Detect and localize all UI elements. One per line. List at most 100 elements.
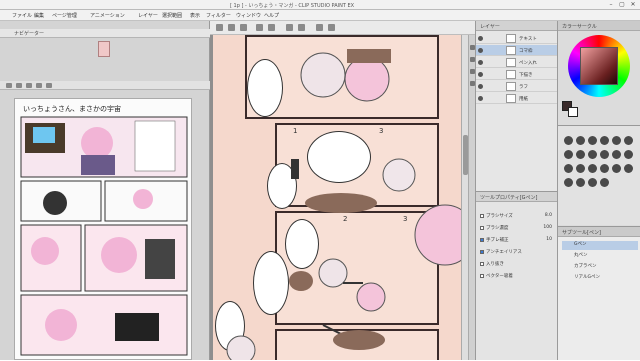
brush-tip-icon[interactable] — [624, 164, 633, 173]
saturation-value-picker[interactable] — [580, 47, 618, 85]
layer-name: コマ枠 — [519, 49, 533, 54]
snap-icon[interactable] — [316, 24, 323, 31]
subtool-item[interactable]: 丸ペン — [562, 252, 638, 261]
ruler-icon[interactable] — [328, 24, 335, 31]
property-row[interactable]: 手ブレ補正 10 — [480, 236, 554, 245]
layer-thumbnail — [506, 70, 516, 79]
subtool-item[interactable]: カブラペン — [562, 263, 638, 272]
tool-property-header: ツールプロパティ[Gペン] — [476, 192, 558, 202]
menu-layer[interactable]: レイヤー — [138, 12, 158, 19]
brush-tip-icon[interactable] — [564, 164, 573, 173]
close-button[interactable]: ✕ — [628, 1, 638, 8]
menu-page[interactable]: ページ管理 — [52, 12, 77, 19]
menu-window[interactable]: ウィンドウ — [236, 12, 261, 19]
new-file-icon[interactable] — [216, 24, 223, 31]
brush-tip-icon[interactable] — [576, 150, 585, 159]
property-value[interactable]: 10 — [546, 237, 552, 242]
property-label: ベクター吸着 — [486, 274, 513, 279]
canvas-scrollbar[interactable] — [461, 35, 468, 360]
layer-row[interactable]: コマ枠 — [476, 45, 558, 56]
brush-tip-icon[interactable] — [600, 136, 609, 145]
navigator-thumbnail[interactable] — [98, 41, 110, 57]
visibility-eye-icon[interactable] — [478, 48, 483, 53]
undo-icon[interactable] — [256, 24, 263, 31]
layer-row[interactable]: ペン入れ — [476, 57, 558, 68]
property-row[interactable]: アンチエイリアス — [480, 248, 554, 257]
visibility-eye-icon[interactable] — [478, 60, 483, 65]
menu-help[interactable]: ヘルプ — [264, 12, 279, 19]
property-checkbox[interactable] — [480, 238, 484, 242]
brush-tip-icon[interactable] — [612, 164, 621, 173]
property-row[interactable]: 入り抜き — [480, 260, 554, 269]
property-checkbox[interactable] — [480, 274, 484, 278]
menu-edit[interactable]: 編集 — [34, 12, 44, 19]
brush-tip-icon[interactable] — [588, 136, 597, 145]
brush-tip-icon[interactable] — [564, 136, 573, 145]
layer-panel-header: レイヤー — [476, 21, 558, 31]
brush-tip-icon[interactable] — [612, 136, 621, 145]
menu-filter[interactable]: フィルター — [206, 12, 231, 19]
brush-tip-icon[interactable] — [564, 150, 573, 159]
layer-row[interactable]: 用紙 — [476, 93, 558, 104]
open-icon[interactable] — [228, 24, 235, 31]
layer-row[interactable]: ラフ — [476, 81, 558, 92]
property-checkbox[interactable] — [480, 250, 484, 254]
flip-icon[interactable] — [46, 83, 52, 88]
brush-tip-icon[interactable] — [600, 150, 609, 159]
brush-tip-icon[interactable] — [600, 164, 609, 173]
command-bar — [210, 21, 475, 35]
brush-tip-icon[interactable] — [576, 178, 585, 187]
visibility-eye-icon[interactable] — [478, 36, 483, 41]
maximize-button[interactable]: ▢ — [617, 1, 627, 8]
subtool-item[interactable]: リアルGペン — [562, 274, 638, 283]
minimize-button[interactable]: – — [606, 1, 616, 8]
save-icon[interactable] — [240, 24, 247, 31]
property-label: 入り抜き — [486, 262, 504, 267]
brush-tip-icon[interactable] — [588, 178, 597, 187]
property-value[interactable]: 100 — [543, 225, 552, 230]
page-preview-art — [20, 116, 188, 356]
menu-file[interactable]: ファイル — [12, 12, 32, 19]
menu-animation[interactable]: アニメーション — [90, 12, 125, 19]
brush-tip-icon[interactable] — [612, 150, 621, 159]
page-preview[interactable]: いっちょうさん、まさかの宇宙 — [14, 98, 192, 360]
sub-color-swatch[interactable] — [568, 107, 578, 117]
property-checkbox[interactable] — [480, 214, 484, 218]
subtool-item[interactable]: Gペン — [562, 241, 638, 250]
property-label: 手ブレ補正 — [486, 238, 509, 243]
property-row[interactable]: ブラシサイズ 8.0 — [480, 212, 554, 221]
brush-tip-icon[interactable] — [576, 136, 585, 145]
property-row[interactable]: ベクター吸着 — [480, 272, 554, 281]
visibility-eye-icon[interactable] — [478, 72, 483, 77]
fit-page-icon[interactable] — [26, 83, 32, 88]
brush-tip-icon[interactable] — [624, 150, 633, 159]
brush-tip-icon[interactable] — [624, 136, 633, 145]
menu-selection[interactable]: 選択範囲 — [162, 12, 182, 19]
layer-row[interactable]: 下描き — [476, 69, 558, 80]
redo-icon[interactable] — [268, 24, 275, 31]
navigator-tab-strip: ナビゲーター — [0, 29, 210, 38]
visibility-eye-icon[interactable] — [478, 96, 483, 101]
brush-tip-icon[interactable] — [588, 164, 597, 173]
menu-view[interactable]: 表示 — [190, 12, 200, 19]
visibility-eye-icon[interactable] — [478, 84, 483, 89]
brush-tip-icon[interactable] — [588, 150, 597, 159]
transform-icon[interactable] — [298, 24, 305, 31]
property-checkbox[interactable] — [480, 262, 484, 266]
brush-tip-icon[interactable] — [600, 178, 609, 187]
zoom-out-icon[interactable] — [6, 83, 12, 88]
subtool-header: サブツール[ペン] — [558, 227, 640, 237]
rotate-icon[interactable] — [36, 83, 42, 88]
manga-canvas[interactable]: 1 3 2 3 — [213, 35, 468, 360]
zoom-in-icon[interactable] — [16, 83, 22, 88]
subtool-panel: サブツール[ペン] Gペン 丸ペン カブラペン リアルGペン — [558, 226, 640, 360]
navigator-tab[interactable]: ナビゲーター — [14, 30, 44, 37]
clear-icon[interactable] — [286, 24, 293, 31]
property-row[interactable]: ブラシ濃度 100 — [480, 224, 554, 233]
property-checkbox[interactable] — [480, 226, 484, 230]
layer-row[interactable]: テキスト — [476, 33, 558, 44]
canvas-area[interactable]: 1 3 2 3 — [210, 35, 468, 360]
property-value[interactable]: 8.0 — [545, 213, 552, 218]
brush-tip-icon[interactable] — [576, 164, 585, 173]
brush-tip-icon[interactable] — [564, 178, 573, 187]
